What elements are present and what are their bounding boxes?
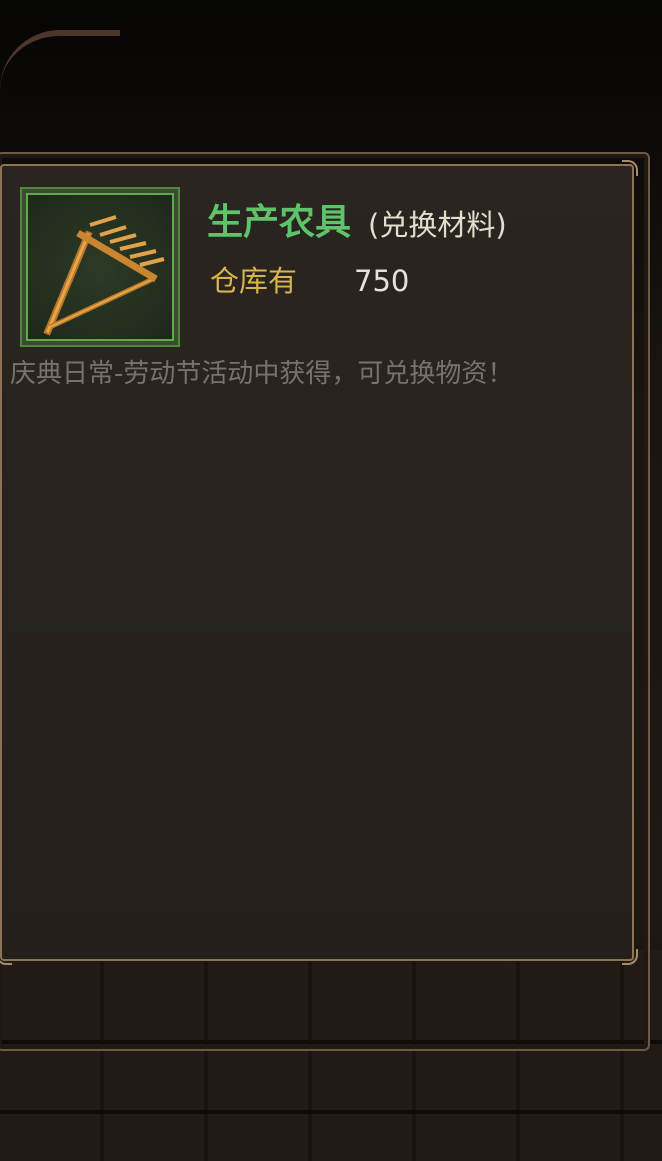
item-type: (兑换材料): [368, 208, 507, 242]
item-icon-slot: [20, 187, 180, 347]
rake-icon: [43, 215, 165, 336]
item-description: 庆典日常-劳动节活动中获得，可兑换物资！: [10, 359, 514, 389]
item-icon-frame: [26, 193, 174, 341]
item-name: 生产农具: [207, 201, 352, 243]
stock-value: 750: [354, 264, 410, 298]
shelf-divider: [0, 1110, 662, 1114]
stock-label: 仓库有: [210, 264, 298, 298]
frame-corner: [0, 949, 12, 965]
